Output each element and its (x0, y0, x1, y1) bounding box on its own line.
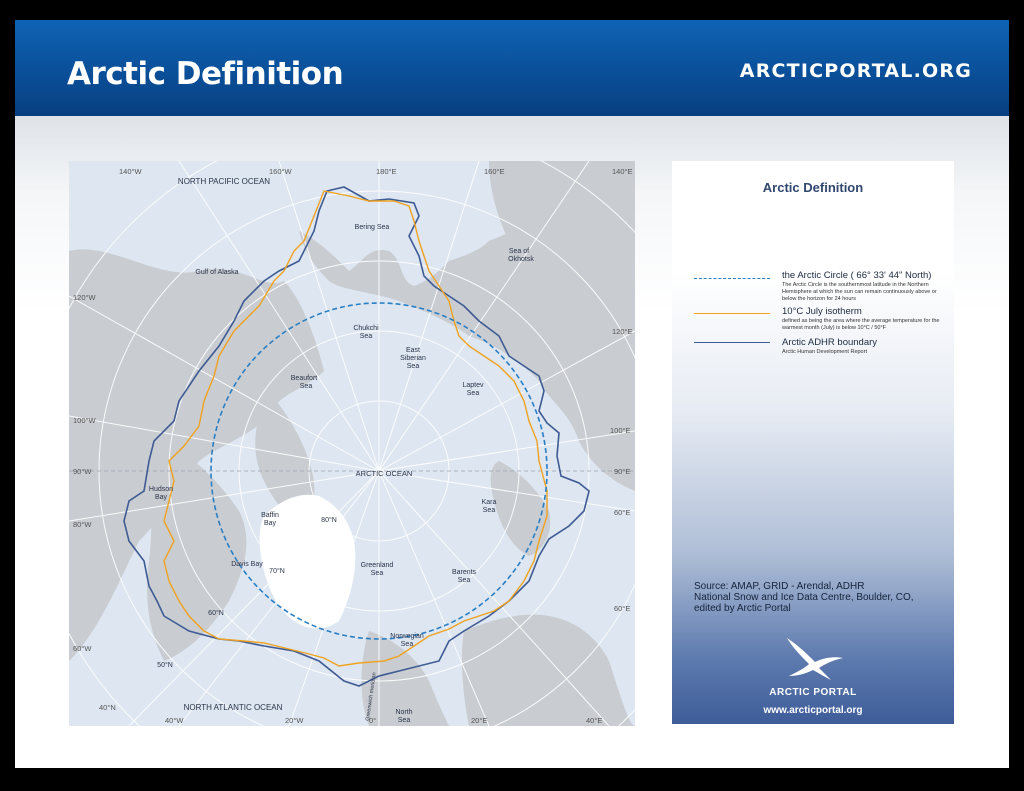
lon-label: 140°W (119, 167, 143, 176)
logo-name: ARCTIC PORTAL (769, 687, 857, 698)
lon-label: 90°W (73, 467, 92, 476)
arctic-map: 140°W 160°W 180°E 160°E 140°E 120°W 120°… (69, 161, 635, 726)
sea-label: Norwegian (390, 633, 424, 640)
map-legend: Arctic Definition the Arctic Circle ( 66… (672, 161, 954, 724)
legend-item-adhr: Arctic ADHR boundary Arctic Human Develo… (782, 337, 950, 356)
ocean-label: NORTH ATLANTIC OCEAN (184, 703, 283, 712)
sea-label: Sea (360, 333, 373, 340)
lon-label: 100°W (73, 416, 97, 425)
sea-label: Sea (407, 363, 420, 370)
sea-label: Davis Bay (231, 561, 263, 568)
source-line: edited by Arctic Portal (694, 603, 791, 614)
sea-label: Barents (452, 569, 477, 576)
sea-label: Kara (482, 499, 497, 506)
lat-label: 50°N (157, 661, 173, 669)
sea-label: Chukchi (353, 325, 379, 332)
sea-label: Bay (264, 520, 277, 527)
arctic-circle-swatch (694, 278, 770, 279)
legend-item-isotherm: 10°C July isotherm defined as being the … (782, 306, 950, 332)
sea-label: Sea (401, 641, 414, 648)
sea-label: Sea (483, 507, 496, 514)
sea-label: Laptev (462, 382, 484, 389)
sea-label: Okhotsk (508, 256, 534, 263)
sea-label: Greenland (361, 562, 394, 569)
lon-label: 120°E (612, 327, 633, 336)
sea-label: East (406, 347, 420, 354)
sea-label: Bay (155, 494, 168, 501)
lat-label: 70°N (269, 567, 285, 575)
sea-label: North (395, 709, 412, 716)
legend-label: Arctic ADHR boundary (782, 337, 878, 348)
brand-logo-text: ARCTICPORTAL.ORG (739, 60, 972, 82)
lon-label: 20°W (285, 716, 304, 725)
lat-label: 80°N (321, 516, 337, 524)
lon-label: 160°E (484, 167, 505, 176)
sea-label: Sea (458, 577, 471, 584)
source-line: Source: AMAP, GRID - Arendal, ADHR (694, 581, 865, 592)
arctic-tern-logo-icon (787, 638, 843, 680)
lon-label: 40°E (586, 716, 602, 725)
lon-label: 100°E (610, 426, 631, 435)
sea-label: Beaufort (291, 375, 318, 382)
slide: Arctic Definition ARCTICPORTAL.ORG 140°W… (15, 20, 1009, 768)
lon-label: 20°E (471, 716, 487, 725)
isotherm-swatch (694, 313, 770, 314)
ocean-label: NORTH PACIFIC OCEAN (178, 177, 270, 186)
page-title: Arctic Definition (67, 56, 344, 92)
sea-label: Sea (467, 390, 480, 397)
map-svg: 140°W 160°W 180°E 160°E 140°E 120°W 120°… (69, 161, 635, 726)
sea-label: Sea of (509, 248, 529, 255)
legend-label: the Arctic Circle ( 66° 33' 44" North) (782, 270, 932, 281)
lon-label: 60°W (73, 644, 92, 653)
ocean-label: ARCTIC OCEAN (356, 469, 413, 478)
lon-label: 160°W (269, 167, 293, 176)
lon-label: 140°E (612, 167, 633, 176)
site-url[interactable]: www.arcticportal.org (672, 705, 954, 716)
sea-label: Sea (371, 570, 384, 577)
lon-label: 60°E (614, 604, 630, 613)
lon-label: 40°W (165, 716, 184, 725)
sea-label: Baffin (261, 512, 279, 519)
lon-label: 80°W (73, 520, 92, 529)
lat-label: 60°N (208, 609, 224, 617)
legend-desc: Arctic Human Development Report (782, 349, 867, 355)
lon-label: 180°E (376, 167, 397, 176)
lon-label: 60°E (614, 508, 630, 517)
lon-label: 120°W (73, 293, 97, 302)
sea-label: Hudson (149, 486, 173, 493)
legend-title: Arctic Definition (762, 180, 864, 195)
sea-label: Gulf of Alaska (195, 269, 238, 276)
header-banner: Arctic Definition ARCTICPORTAL.ORG (15, 20, 1009, 116)
source-note: Source: AMAP, GRID - Arendal, ADHR Natio… (694, 581, 944, 614)
sea-label: Sea (300, 383, 313, 390)
sea-label: Siberian (400, 355, 426, 362)
legend-desc: The Arctic Circle is the southernmost la… (782, 282, 937, 302)
lon-label: 40°N (99, 703, 116, 712)
source-line: National Snow and Ice Data Centre, Bould… (694, 592, 914, 603)
sea-label: Sea (398, 717, 411, 724)
sea-label: Bering Sea (355, 224, 390, 231)
lon-label: 90°E (614, 467, 630, 476)
legend-label: 10°C July isotherm (782, 306, 862, 317)
legend-item-arctic-circle: the Arctic Circle ( 66° 33' 44" North) T… (782, 270, 950, 303)
adhr-swatch (694, 342, 770, 343)
legend-desc: defined as being the area where the aver… (782, 318, 940, 331)
